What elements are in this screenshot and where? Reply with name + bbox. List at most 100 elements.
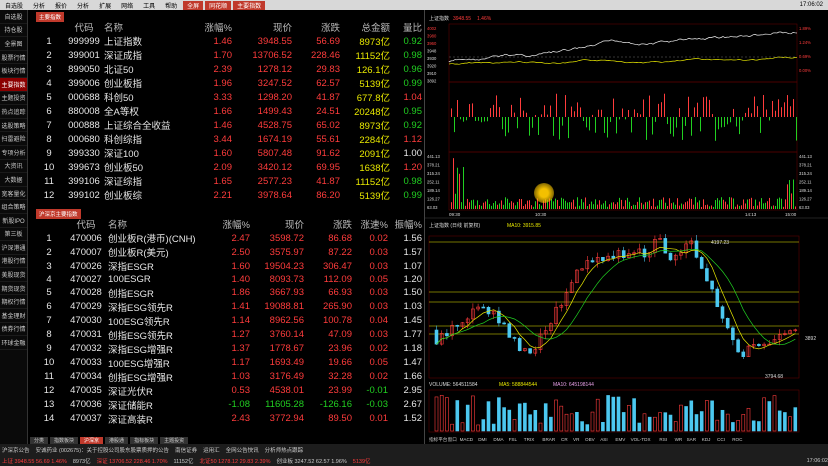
- table-row[interactable]: 4 470027 100ESGR 1.40 8093.73 112.09 0.05 1.20: [34, 273, 422, 286]
- sidebar-item[interactable]: 美股现货: [0, 268, 27, 282]
- sidebar-item[interactable]: 扫雷避险: [0, 132, 27, 146]
- col-header-speed[interactable]: 涨速%: [352, 217, 388, 231]
- indicator-tab[interactable]: SAR: [687, 437, 697, 442]
- table-row[interactable]: 6 470029 深指ESG领先R 1.41 19088.81 265.90 0.03 1.0…: [34, 300, 422, 314]
- sidebar-item[interactable]: 专项分析: [0, 146, 27, 160]
- sidebar-item[interactable]: 新股IPO: [0, 214, 27, 228]
- indicator-tab[interactable]: VR: [573, 437, 580, 442]
- sidebar-item[interactable]: 期货现货: [0, 282, 27, 296]
- news-item[interactable]: 运用汇: [203, 446, 220, 454]
- sidebar-item[interactable]: 债券行情: [0, 323, 27, 337]
- menu-item[interactable]: 网络: [116, 1, 138, 10]
- sidebar-item[interactable]: 自选股: [0, 10, 27, 24]
- table-row[interactable]: 1 999999 上证指数 1.46 3948.55 56.69 8973亿 0.92: [34, 34, 422, 49]
- col-header-amplitude[interactable]: 振幅%: [388, 217, 422, 231]
- table-row[interactable]: 6 880008 全A等权 1.66 1499.43 24.51 20248亿 0.95: [34, 104, 422, 119]
- indicator-tab[interactable]: DMA: [493, 437, 504, 442]
- col-header-chg[interactable]: 涨幅%: [216, 217, 250, 231]
- menu-tab[interactable]: 同花顺: [205, 0, 232, 10]
- sidebar-item[interactable]: 持仓股: [0, 24, 27, 38]
- table-row[interactable]: 4 399006 创业板指 1.96 3247.52 62.57 5139亿 0.99: [34, 76, 422, 91]
- table-row[interactable]: 12 470035 深证光伏R 0.53 4538.01 23.99 -0.01 2.95: [34, 384, 422, 398]
- menu-item[interactable]: 扩展: [94, 1, 116, 10]
- news-item[interactable]: 分析师热点跟踪: [265, 446, 304, 454]
- indicator-tab[interactable]: MACD: [460, 437, 474, 442]
- menu-item[interactable]: 报价: [50, 1, 72, 10]
- col-header-volratio[interactable]: 量比: [390, 20, 422, 34]
- indicator-tab[interactable]: RSI: [659, 437, 667, 442]
- table-row[interactable]: 2 470007 创业板R(美元) 2.50 3575.97 87.22 0.03 1.57: [34, 245, 422, 260]
- col-header-price[interactable]: 现价: [250, 217, 304, 231]
- sidebar-item[interactable]: 组合策略: [0, 200, 27, 214]
- sidebar-item[interactable]: 基金理财: [0, 309, 27, 323]
- table-row[interactable]: 9 399330 深证100 1.60 5807.48 91.62 2091亿 1.00: [34, 146, 422, 161]
- col-header-diff[interactable]: 涨跌: [292, 20, 340, 34]
- indicator-tab[interactable]: KDJ: [702, 437, 711, 442]
- sidebar-item[interactable]: 主要指数: [0, 77, 27, 92]
- col-header-name[interactable]: 名称: [108, 217, 216, 231]
- table-row[interactable]: 9 470032 深指ESG增强R 1.37 1778.67 23.96 0.02 1.18: [34, 342, 422, 356]
- table-row[interactable]: 11 470034 创指ESG增强R 1.03 3176.49 32.28 0.02 1.66: [34, 370, 422, 384]
- table-row[interactable]: 12 399102 创业板综 2.21 3978.64 86.20 5139亿 0.99: [34, 188, 422, 203]
- table-row[interactable]: 2 399001 深证成指 1.70 13706.52 228.46 11152亿 0.98: [34, 48, 422, 63]
- table-row[interactable]: 14 470037 深证高装R 2.43 3772.94 89.50 0.01 1.52: [34, 412, 422, 426]
- sidebar-item[interactable]: 大资讯: [0, 160, 27, 174]
- sidebar-item[interactable]: 沪深港通: [0, 241, 27, 255]
- indicator-tab[interactable]: EMV: [615, 437, 626, 442]
- sidebar-item[interactable]: 大数据: [0, 173, 27, 187]
- indicator-tab[interactable]: DMI: [478, 437, 486, 442]
- indicator-tab[interactable]: OBV: [585, 437, 596, 442]
- table-row[interactable]: 10 470033 100ESG增强R 1.17 1693.49 19.66 0.05 1.4…: [34, 356, 422, 370]
- menu-tab[interactable]: 全屏: [183, 0, 204, 10]
- sidebar-item[interactable]: 板块行情: [0, 64, 27, 78]
- indicator-tab[interactable]: VOL-TDX: [631, 437, 651, 442]
- sidebar-item[interactable]: 期权行情: [0, 295, 27, 310]
- table-row[interactable]: 5 470028 创指ESGR 1.86 3667.93 66.93 0.03 1.50: [34, 286, 422, 300]
- indicator-tab[interactable]: CR: [561, 437, 568, 442]
- col-header-name[interactable]: 名称: [104, 20, 186, 34]
- indicator-tab[interactable]: BRAR: [542, 437, 555, 442]
- table-row[interactable]: 13 470036 深证储能R -1.08 11605.28 -126.16 -0.03 2.…: [34, 398, 422, 412]
- table-row[interactable]: 8 000680 科创综指 3.44 1674.19 55.61 2284亿 1.12: [34, 132, 422, 147]
- sidebar-item[interactable]: 股票行情: [0, 51, 27, 65]
- sidebar-item[interactable]: 宽客量化: [0, 187, 27, 201]
- table-row[interactable]: 11 399106 深证综指 1.65 2577.23 41.87 11152亿 0.98: [34, 174, 422, 189]
- sidebar-item[interactable]: 全景图: [0, 37, 27, 51]
- menu-item[interactable]: 分析: [28, 1, 50, 10]
- indicator-tab[interactable]: CCI: [717, 437, 725, 442]
- index-charts[interactable]: 上证指数 3948.55 1.46% 4002 3980 3960 3948 3930 3…: [425, 10, 828, 444]
- indicator-tab[interactable]: ASI: [600, 437, 607, 442]
- menu-tab[interactable]: 主要指数: [233, 0, 266, 10]
- indicator-tab[interactable]: WR: [675, 437, 683, 442]
- menu-item[interactable]: 自选股: [0, 1, 28, 10]
- indicator-tab[interactable]: TRIX: [524, 437, 534, 442]
- menu-item[interactable]: 分析: [72, 1, 94, 10]
- col-header-chg[interactable]: 涨幅%: [186, 20, 232, 34]
- table-row[interactable]: 3 899050 北证50 2.39 1278.12 29.83 126.1亿 0.96: [34, 62, 422, 77]
- news-item[interactable]: 沪深京公告: [2, 446, 30, 454]
- news-item[interactable]: 南信证券: [175, 446, 197, 454]
- table-row[interactable]: 7 470030 100ESG领先R 1.14 8962.56 100.78 0.04 1.4…: [34, 314, 422, 328]
- chart-area[interactable]: 上证指数 3948.55 1.46% 4002 3980 3960 3948 3930 3…: [424, 10, 828, 444]
- table-row[interactable]: 5 000688 科创50 3.33 1298.20 41.87 677.8亿 1.04: [34, 90, 422, 105]
- indicator-tab[interactable]: FSL: [509, 437, 518, 442]
- news-item[interactable]: 安诚药业 (002675)：关于控股公司股东股票质押的公告: [36, 446, 170, 454]
- sidebar-item[interactable]: 主题投资: [0, 92, 27, 106]
- table-row[interactable]: 7 000888 上证综合全收益 1.46 4528.75 65.02 8973亿 0.92: [34, 118, 422, 133]
- col-header-diff[interactable]: 涨跌: [304, 217, 352, 231]
- table-row[interactable]: 10 399673 创业板50 2.09 3420.12 69.95 1638亿 1.20: [34, 160, 422, 175]
- table-row[interactable]: 8 470031 创指ESG领先R 1.27 3760.14 47.09 0.03 1.77: [34, 328, 422, 342]
- sidebar-item[interactable]: 环球金融: [0, 336, 27, 350]
- col-header-amount[interactable]: 总金额: [340, 20, 390, 34]
- col-header-price[interactable]: 现价: [232, 20, 292, 34]
- menu-item[interactable]: 工具: [138, 1, 160, 10]
- sidebar-item[interactable]: 热点追踪: [0, 105, 27, 119]
- news-item[interactable]: 全网公告快讯: [226, 446, 259, 454]
- table-row[interactable]: 3 470026 深指ESGR 1.60 19504.23 306.47 0.03 1.07: [34, 259, 422, 274]
- sidebar-item[interactable]: 第三板: [0, 228, 27, 242]
- sidebar-item[interactable]: 港股行情: [0, 255, 27, 269]
- indicator-tab[interactable]: ROC: [732, 437, 743, 442]
- sidebar-item[interactable]: 选股策略: [0, 119, 27, 133]
- indicator-tab[interactable]: 指标平台: [429, 436, 448, 443]
- col-header-code[interactable]: 代码: [64, 20, 104, 34]
